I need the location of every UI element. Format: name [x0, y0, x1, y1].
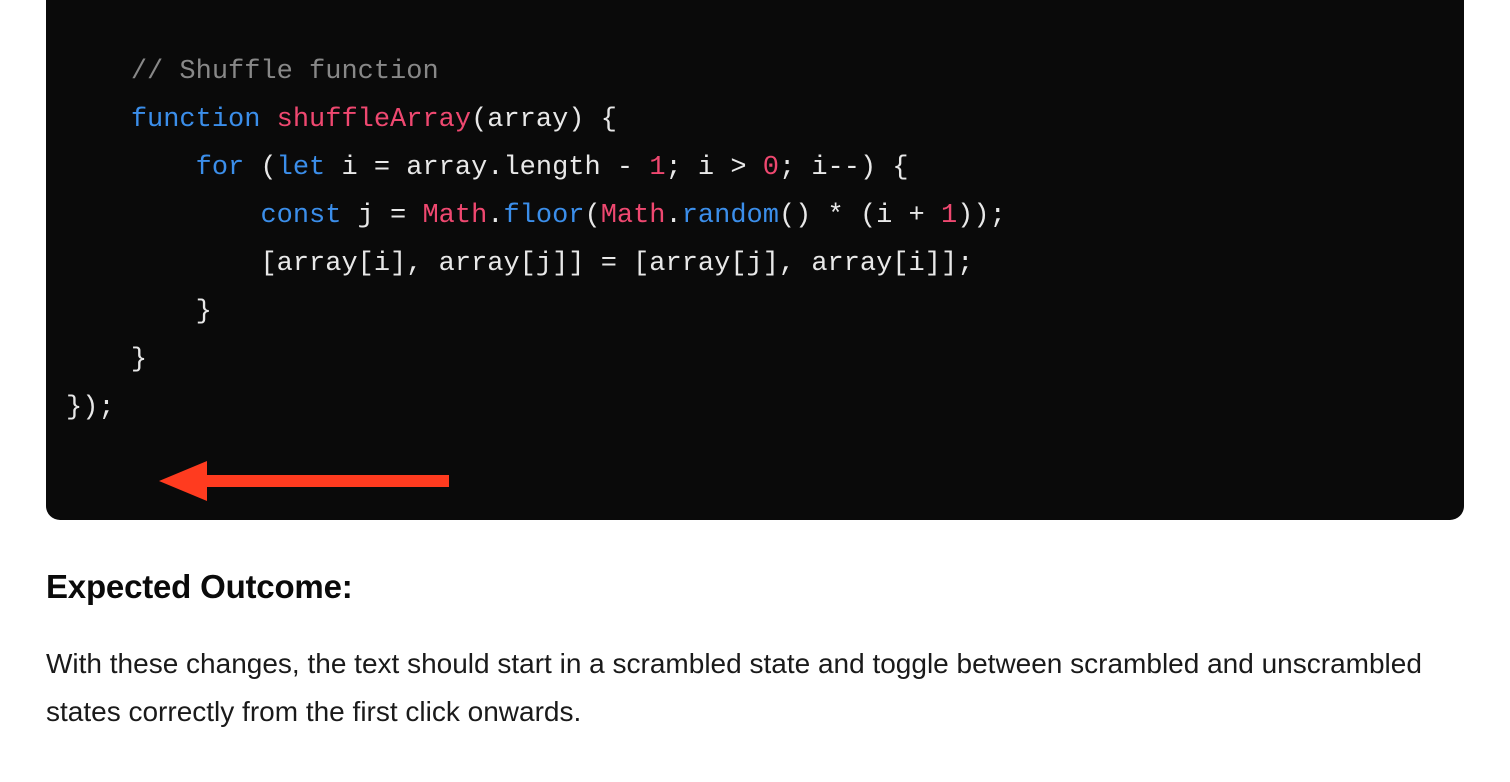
- code-text: ));: [957, 201, 1006, 231]
- code-line: // Shuffle function: [66, 57, 439, 87]
- code-line: const j = Math.floor(Math.random() * (i …: [66, 201, 1006, 231]
- code-paren: (: [585, 201, 601, 231]
- code-text: i = array.length -: [325, 153, 649, 183]
- section-heading: Expected Outcome:: [46, 568, 1464, 606]
- code-text: j =: [341, 201, 422, 231]
- code-keyword-const: const: [260, 201, 341, 231]
- code-swap-line: [array[i], array[j]] = [array[j], array[…: [260, 249, 973, 279]
- code-line: [array[i], array[j]] = [array[j], array[…: [66, 249, 973, 279]
- code-line: for (let i = array.length - 1; i > 0; i-…: [66, 153, 909, 183]
- code-line: });: [66, 393, 115, 423]
- code-text: ; i--) {: [779, 153, 909, 183]
- code-line: }: [66, 345, 147, 375]
- code-text: () * (i +: [779, 201, 941, 231]
- code-keyword-for: for: [196, 153, 245, 183]
- code-keyword-let: let: [277, 153, 326, 183]
- code-number: 0: [763, 153, 779, 183]
- body-paragraph: With these changes, the text should star…: [46, 640, 1464, 736]
- code-text: (: [244, 153, 276, 183]
- code-function-name: shuffleArray: [277, 105, 471, 135]
- code-keyword-function: function: [131, 105, 261, 135]
- code-builtin-math: Math: [422, 201, 487, 231]
- code-brace: }: [131, 345, 147, 375]
- code-comment: // Shuffle function: [131, 57, 439, 87]
- code-brace: }: [196, 297, 212, 327]
- code-builtin-math: Math: [601, 201, 666, 231]
- code-number: 1: [941, 201, 957, 231]
- code-text: ; i >: [666, 153, 763, 183]
- code-block: // Shuffle function function shuffleArra…: [46, 0, 1464, 520]
- code-number: 1: [649, 153, 665, 183]
- code-signature: (array) {: [471, 105, 617, 135]
- annotation-arrow-icon: [159, 355, 459, 520]
- code-closer: });: [66, 393, 115, 423]
- code-dot: .: [666, 201, 682, 231]
- code-line: }: [66, 297, 212, 327]
- code-method-random: random: [682, 201, 779, 231]
- code-line: function shuffleArray(array) {: [66, 105, 617, 135]
- code-dot: .: [487, 201, 503, 231]
- code-method-floor: floor: [503, 201, 584, 231]
